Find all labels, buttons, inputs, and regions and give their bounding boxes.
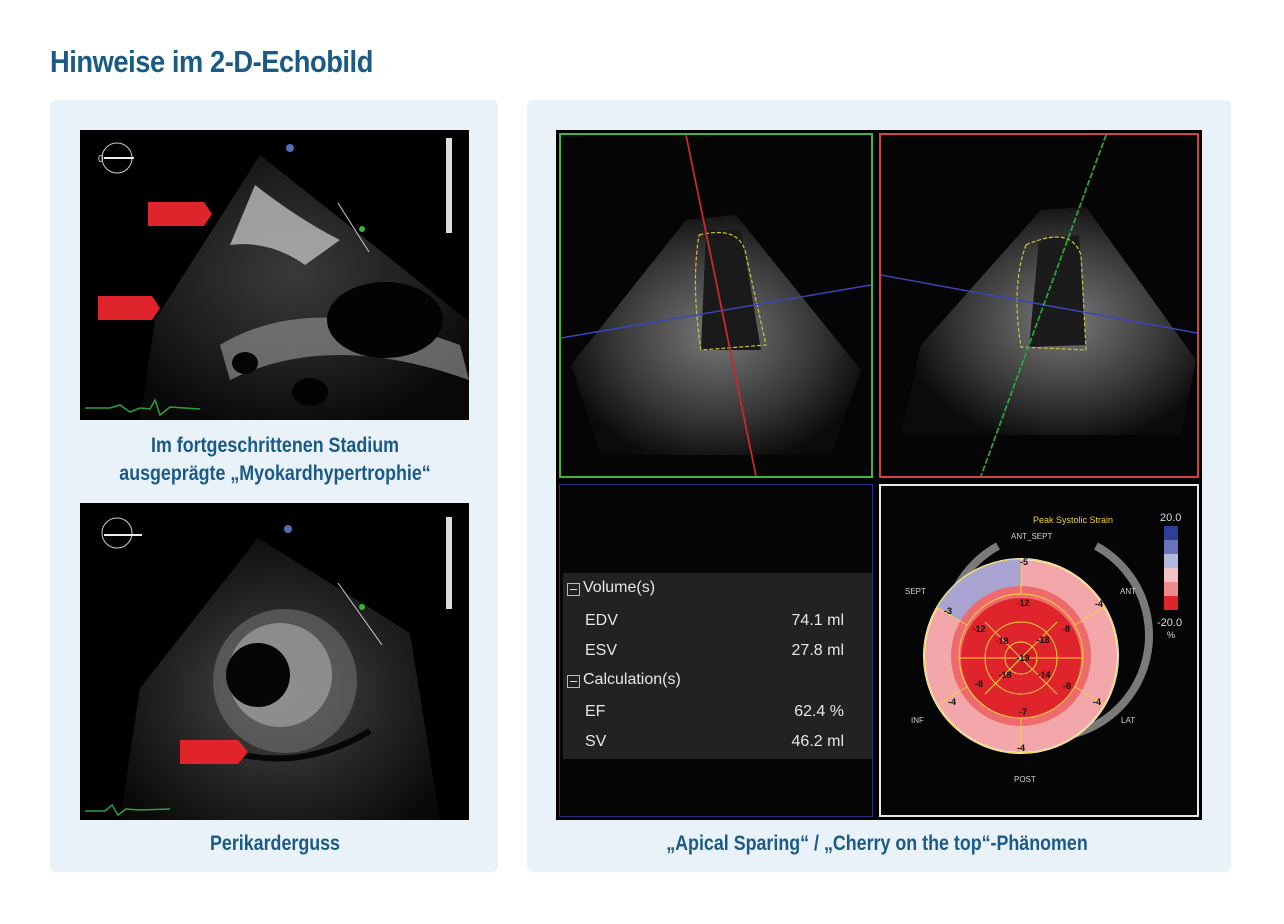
segment-value: -3 bbox=[943, 606, 953, 616]
label-inf: INF bbox=[911, 716, 924, 725]
segment-value: -14 bbox=[1037, 670, 1051, 680]
apical-view-green-graphic bbox=[561, 135, 871, 476]
caption-pericardial: Perikarderguss bbox=[210, 832, 340, 855]
table-row: EF 62.4 % bbox=[563, 697, 872, 727]
label-sept: SEPT bbox=[905, 587, 926, 596]
echo-hypertrophy-graphic: 0 bbox=[85, 138, 469, 420]
arrow-marker-lower bbox=[98, 296, 160, 320]
segment-value: -4 bbox=[1016, 743, 1026, 753]
apical-view-green bbox=[559, 133, 873, 478]
caption-hypertrophy: Im fortgeschrittenen Stadium ausgeprägte… bbox=[92, 432, 458, 488]
apical-view-red bbox=[879, 133, 1199, 478]
row-value: 27.8 ml bbox=[791, 642, 844, 659]
segment-value: -18 bbox=[995, 636, 1009, 646]
bullseye-title: Peak Systolic Strain bbox=[1033, 515, 1113, 525]
collapse-volume-icon[interactable] bbox=[567, 583, 580, 596]
echo-image-hypertrophy: 0 bbox=[80, 130, 469, 420]
measurement-table: Volume(s) EDV 74.1 ml ESV 27.8 ml Calcul… bbox=[563, 573, 872, 759]
segment-value: -4 bbox=[947, 697, 957, 707]
row-label: EF bbox=[585, 703, 606, 720]
volume-section-header[interactable]: Volume(s) bbox=[563, 577, 872, 603]
collapse-calc-icon[interactable] bbox=[567, 675, 580, 688]
segment-value: -8 bbox=[974, 679, 984, 689]
echo-image-pericardial bbox=[80, 503, 469, 820]
calc-section-header[interactable]: Calculation(s) bbox=[563, 669, 872, 695]
row-label: EDV bbox=[585, 612, 618, 629]
label-lat: LAT bbox=[1121, 716, 1136, 725]
calc-header-label: Calculation(s) bbox=[583, 671, 681, 688]
row-value: 46.2 ml bbox=[791, 733, 844, 750]
label-post: POST bbox=[1014, 775, 1036, 784]
scale-min-label: -20.0 bbox=[1157, 617, 1182, 629]
bullseye-panel: Peak Systolic Strain 20.0 -20.0 % ANT_SE… bbox=[879, 484, 1199, 817]
row-label: ESV bbox=[585, 642, 618, 659]
segment-value: -18 bbox=[1036, 635, 1050, 645]
segment-value: -4 bbox=[1092, 697, 1102, 707]
caption-hypertrophy-line2: ausgeprägte „Myokardhypertrophie“ bbox=[119, 462, 431, 485]
arrow-marker-upper bbox=[148, 202, 212, 226]
segment-value: -19 bbox=[1016, 653, 1030, 663]
caption-hypertrophy-line1: Im fortgeschrittenen Stadium bbox=[151, 434, 399, 457]
segment-value: -8 bbox=[1061, 624, 1071, 634]
row-label: SV bbox=[585, 733, 607, 750]
segment-value: -12 bbox=[1016, 598, 1030, 608]
table-row: SV 46.2 ml bbox=[563, 727, 872, 757]
apical-view-red-graphic bbox=[881, 135, 1197, 476]
arrow-marker-pericardial bbox=[180, 740, 248, 764]
echo-pericardial-graphic bbox=[85, 517, 452, 820]
segment-value: -5 bbox=[1019, 557, 1029, 567]
strain-analysis-grid: Volume(s) EDV 74.1 ml ESV 27.8 ml Calcul… bbox=[556, 130, 1202, 820]
measurement-panel: Volume(s) EDV 74.1 ml ESV 27.8 ml Calcul… bbox=[559, 484, 873, 817]
segment-value: -8 bbox=[1062, 681, 1072, 691]
volume-header-label: Volume(s) bbox=[583, 579, 656, 596]
table-row: ESV 27.8 ml bbox=[563, 636, 872, 666]
page-title: Hinweise im 2-D-Echobild bbox=[50, 44, 373, 79]
table-row: EDV 74.1 ml bbox=[563, 606, 872, 636]
scale-unit-label: % bbox=[1167, 630, 1175, 640]
segment-value: -12 bbox=[972, 624, 986, 634]
row-value: 74.1 ml bbox=[791, 612, 844, 629]
segment-value: -18 bbox=[998, 670, 1012, 680]
label-ant: ANT bbox=[1120, 587, 1136, 596]
scale-max-label: 20.0 bbox=[1160, 512, 1181, 524]
segment-value: -7 bbox=[1018, 707, 1028, 717]
probe-marker-text: 0 bbox=[98, 154, 104, 165]
row-value: 62.4 % bbox=[794, 703, 844, 720]
segment-value: -4 bbox=[1094, 599, 1104, 609]
caption-apical-sparing: „Apical Sparing“ / „Cherry on the top“-P… bbox=[666, 832, 1088, 855]
label-ant-sept: ANT_SEPT bbox=[1011, 532, 1053, 541]
